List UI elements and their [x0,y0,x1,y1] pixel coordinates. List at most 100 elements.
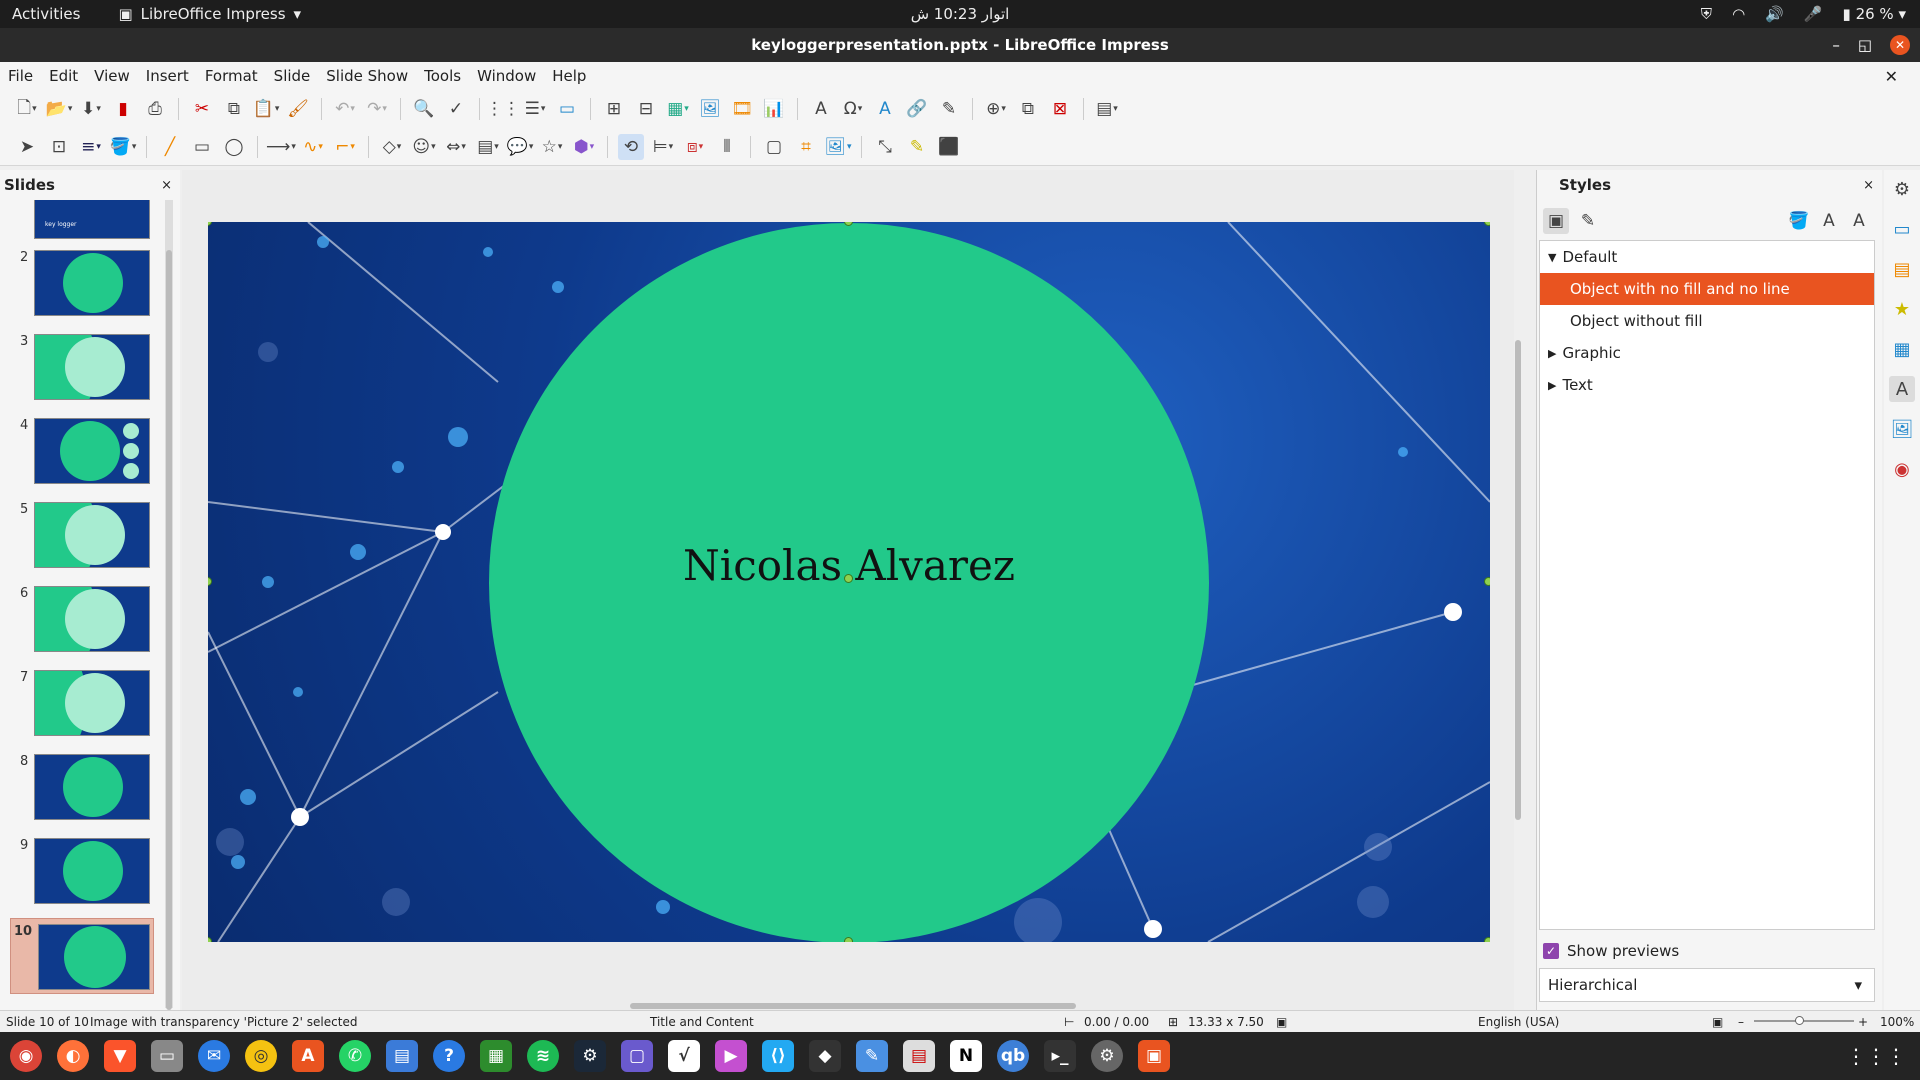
settings-icon[interactable]: ⚙ [1091,1040,1123,1072]
line-color-icon[interactable]: ≡ [78,134,104,160]
filter-icon[interactable]: 🖼 [824,134,851,160]
fill-format-mode-icon[interactable]: 🪣 [1786,208,1812,234]
insert-image-icon[interactable]: 🖼 [697,96,723,122]
points-icon[interactable]: ⤡ [872,134,898,160]
menu-format[interactable]: Format [197,67,266,85]
maximize-button[interactable]: ◱ [1858,36,1872,54]
microphone-icon[interactable]: 🎤 [1804,5,1823,23]
collapsed-arrow-icon[interactable]: ▶ [1548,379,1556,392]
hacker-app-icon[interactable]: ◆ [809,1040,841,1072]
toggle-extrusion-icon[interactable]: ⬛ [936,134,962,160]
insert-textbox-icon[interactable]: A [808,96,834,122]
checkmark-icon[interactable]: ✓ [1543,943,1559,959]
volume-icon[interactable]: 🔊 [1765,5,1784,23]
find-replace-icon[interactable]: 🔍 [411,96,437,122]
menu-edit[interactable]: Edit [41,67,86,85]
show-applications-icon[interactable]: ⋮⋮⋮ [1846,1044,1906,1068]
flowchart-icon[interactable]: ▤ [475,134,501,160]
fontwork-icon[interactable]: A [872,96,898,122]
screenshot-icon[interactable]: ▢ [621,1040,653,1072]
slide-counter[interactable]: Slide 10 of 10 [6,1015,89,1029]
libreoffice-math-icon[interactable]: √ [668,1040,700,1072]
style-group-graphic[interactable]: ▶ Graphic [1540,337,1874,369]
clock[interactable]: اتوار 10:23 ش [911,5,1010,23]
spelling-icon[interactable]: ✓ [443,96,469,122]
help-icon[interactable]: ? [433,1040,465,1072]
qbittorrent-icon[interactable]: qb [997,1040,1029,1072]
navigator-icon[interactable]: ◉ [1889,456,1915,482]
pdf-viewer-icon[interactable]: ▤ [903,1040,935,1072]
shield-icon[interactable]: ⛨ [1701,5,1712,23]
vertical-scrollbar[interactable] [1514,180,1522,820]
menu-window[interactable]: Window [469,67,544,85]
duplicate-slide-icon[interactable]: ⊟ [633,96,659,122]
zoom-slider-thumb[interactable] [1795,1016,1804,1025]
block-arrows-icon[interactable]: ⇔ [443,134,469,160]
firefox-icon[interactable]: ◐ [57,1040,89,1072]
fill-color-icon[interactable]: 🪣 [110,134,136,160]
shadow-icon[interactable]: ▢ [761,134,787,160]
show-draw-functions-icon[interactable]: ✎ [936,96,962,122]
paste-icon[interactable]: 📋 [253,96,279,122]
style-group-default[interactable]: ▼ Default [1540,241,1874,273]
menu-slide[interactable]: Slide [266,67,319,85]
fit-slide-icon[interactable]: ▣ [1712,1015,1723,1029]
undo-icon[interactable]: ↶ [332,96,358,122]
slide-editor[interactable]: Nicolas Alvarez [182,170,1514,1010]
system-monitor-icon[interactable]: ▦ [480,1040,512,1072]
glue-points-icon[interactable]: ✎ [904,134,930,160]
close-window-button[interactable]: ✕ [1890,35,1910,55]
connectors-icon[interactable]: ⌐ [332,134,358,160]
slide-layouts-menu-icon[interactable]: ▤ [1094,96,1120,122]
rotate-icon[interactable]: ⟲ [618,133,644,160]
slide-thumbnail-10[interactable] [38,924,150,990]
stars-icon[interactable]: ☆ [539,134,565,160]
ellipse-tool-icon[interactable]: ◯ [221,134,247,160]
slide-thumbnail-6[interactable] [34,586,150,652]
insert-chart-icon[interactable]: 📊 [761,96,787,122]
animation-icon[interactable]: ★ [1889,296,1915,322]
activities-button[interactable]: Activities [12,5,80,23]
slide-thumbnail-5[interactable] [34,502,150,568]
zoom-in-icon[interactable]: + [1858,1015,1868,1029]
vscode-icon[interactable]: ⟨⟩ [762,1040,794,1072]
delete-slide-icon[interactable]: ⊠ [1047,96,1073,122]
styles-tree[interactable]: ▼ Default Object with no fill and no line… [1539,240,1875,930]
cut-icon[interactable]: ✂ [189,96,215,122]
current-slide[interactable]: Nicolas Alvarez [208,222,1490,942]
wifi-icon[interactable]: ◠ [1732,5,1745,23]
new-document-icon[interactable]: 🗋 [14,96,40,122]
terminal-icon[interactable]: ▸_ [1044,1040,1076,1072]
text-editor-icon[interactable]: ✎ [856,1040,888,1072]
slide-thumbnail-2[interactable] [34,250,150,316]
menu-view[interactable]: View [86,67,138,85]
layout-name[interactable]: Title and Content [650,1015,754,1029]
symbol-shapes-icon[interactable]: ☺ [411,134,437,160]
callouts-icon[interactable]: 💬 [507,134,533,160]
system-tray[interactable]: ⛨ ◠ 🔊 🎤 ▮ 26 % ▾ [1701,5,1906,23]
slide-thumbnail-1[interactable]: key logger [34,200,150,239]
slide-list[interactable]: key logger 2 3 4 5 6 7 8 9 10 [0,200,165,1008]
show-previews-checkbox[interactable]: ✓ Show previews [1543,942,1679,960]
drawing-styles-icon[interactable]: ▣ [1543,208,1569,234]
files-icon[interactable]: ▭ [151,1040,183,1072]
special-character-icon[interactable]: Ω [840,96,866,122]
clone-formatting-icon[interactable]: 🖌 [285,96,311,122]
selection-handle[interactable] [1484,577,1490,586]
slide-thumbnail-3[interactable] [34,334,150,400]
open-folder-icon[interactable]: 📂 [46,96,72,122]
select-arrow-icon[interactable]: ➤ [14,134,40,160]
spotify-icon[interactable]: ≋ [527,1040,559,1072]
whatsapp-icon[interactable]: ✆ [339,1040,371,1072]
grid-icon[interactable]: ⋮⋮ [486,96,520,122]
style-group-text[interactable]: ▶ Text [1540,369,1874,401]
slide-thumbnail-8[interactable] [34,754,150,820]
update-style-icon[interactable]: A [1846,208,1872,234]
zoom-slider[interactable] [1754,1020,1854,1022]
export-pdf-icon[interactable]: ▮ [110,96,136,122]
3d-objects-icon[interactable]: ⬢ [571,134,597,160]
new-style-icon[interactable]: A [1816,208,1842,234]
line-tool-icon[interactable]: ╱ [157,134,183,160]
software-center-icon[interactable]: A [292,1040,324,1072]
menu-help[interactable]: Help [544,67,594,85]
